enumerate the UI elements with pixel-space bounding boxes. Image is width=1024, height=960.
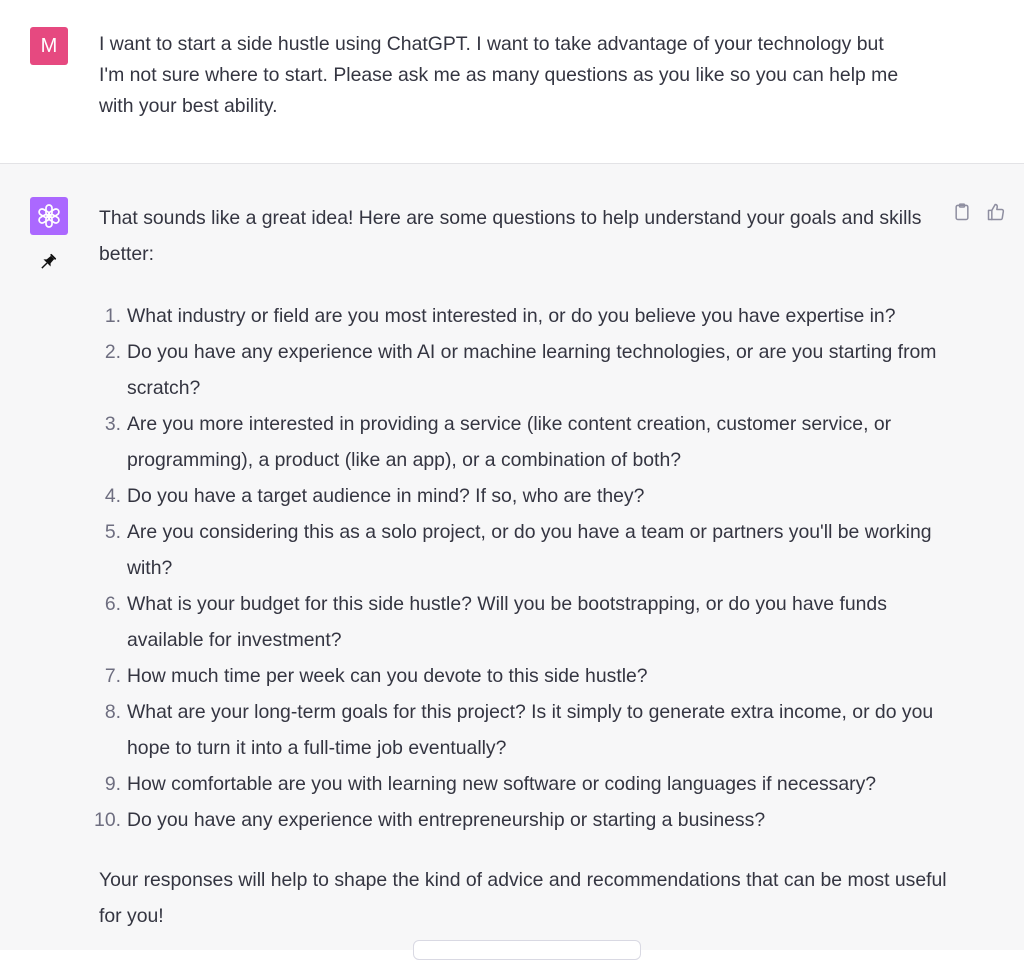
assistant-message-content: That sounds like a great idea! Here are … [94,200,949,934]
list-item-number: 5. [104,521,121,543]
list-item-number: 10. [94,809,121,831]
list-item-text: What industry or field are you most inte… [127,305,896,327]
regenerate-button[interactable] [413,940,641,960]
list-item-text: Do you have any experience with AI or ma… [127,341,937,399]
assistant-avatar [30,197,68,235]
list-item-number: 8. [104,701,121,723]
list-item: 4. Do you have a target audience in mind?… [99,478,949,514]
list-item-number: 6. [104,593,121,615]
list-item: 2. Do you have any experience with AI or … [99,334,949,406]
list-item-text: How comfortable are you with learning ne… [127,773,877,795]
thumbs-up-icon[interactable] [986,202,1006,222]
list-item-text: What is your budget for this side hustle… [127,593,887,651]
assistant-message: That sounds like a great idea! Here are … [0,164,1024,950]
list-item-number: 1. [104,305,121,327]
copy-icon[interactable] [952,202,972,222]
list-item-text: Are you more interested in providing a s… [127,413,892,471]
user-avatar: M [30,27,68,65]
list-item: 10. Do you have any experience with entre… [94,802,949,838]
list-item-number: 7. [104,665,121,687]
list-item-text: Do you have any experience with entrepre… [127,809,766,831]
list-item: 5. Are you considering this as a solo pro… [99,514,949,586]
list-item-text: What are your long-term goals for this p… [127,701,934,759]
list-item: 8. What are your long-term goals for this… [99,694,949,766]
list-item: 3. Are you more interested in providing a… [99,406,949,478]
user-message: M I want to start a side hustle using Ch… [0,0,1024,164]
list-item-text: Do you have a target audience in mind? I… [127,485,645,507]
list-item: 1. What industry or field are you most in… [99,298,949,334]
pin-icon[interactable] [37,251,59,273]
question-list: 1. What industry or field are you most in… [94,298,949,838]
list-item-number: 3. [104,413,121,435]
user-message-text: I want to start a side hustle using Chat… [99,33,899,117]
assistant-outro: Your responses will help to shape the ki… [99,869,947,927]
list-item: 9. How comfortable are you with learning … [99,766,949,802]
list-item: 6. What is your budget for this side hust… [99,586,949,658]
list-item-number: 2. [104,341,121,363]
openai-logo-icon [38,204,60,228]
list-item-text: Are you considering this as a solo proje… [127,521,932,579]
list-item: 7. How much time per week can you devote … [99,658,949,694]
list-item-number: 4. [104,485,121,507]
assistant-intro: That sounds like a great idea! Here are … [99,207,922,265]
message-actions [952,202,1006,222]
list-item-text: How much time per week can you devote to… [127,665,648,687]
list-item-number: 9. [104,773,121,795]
